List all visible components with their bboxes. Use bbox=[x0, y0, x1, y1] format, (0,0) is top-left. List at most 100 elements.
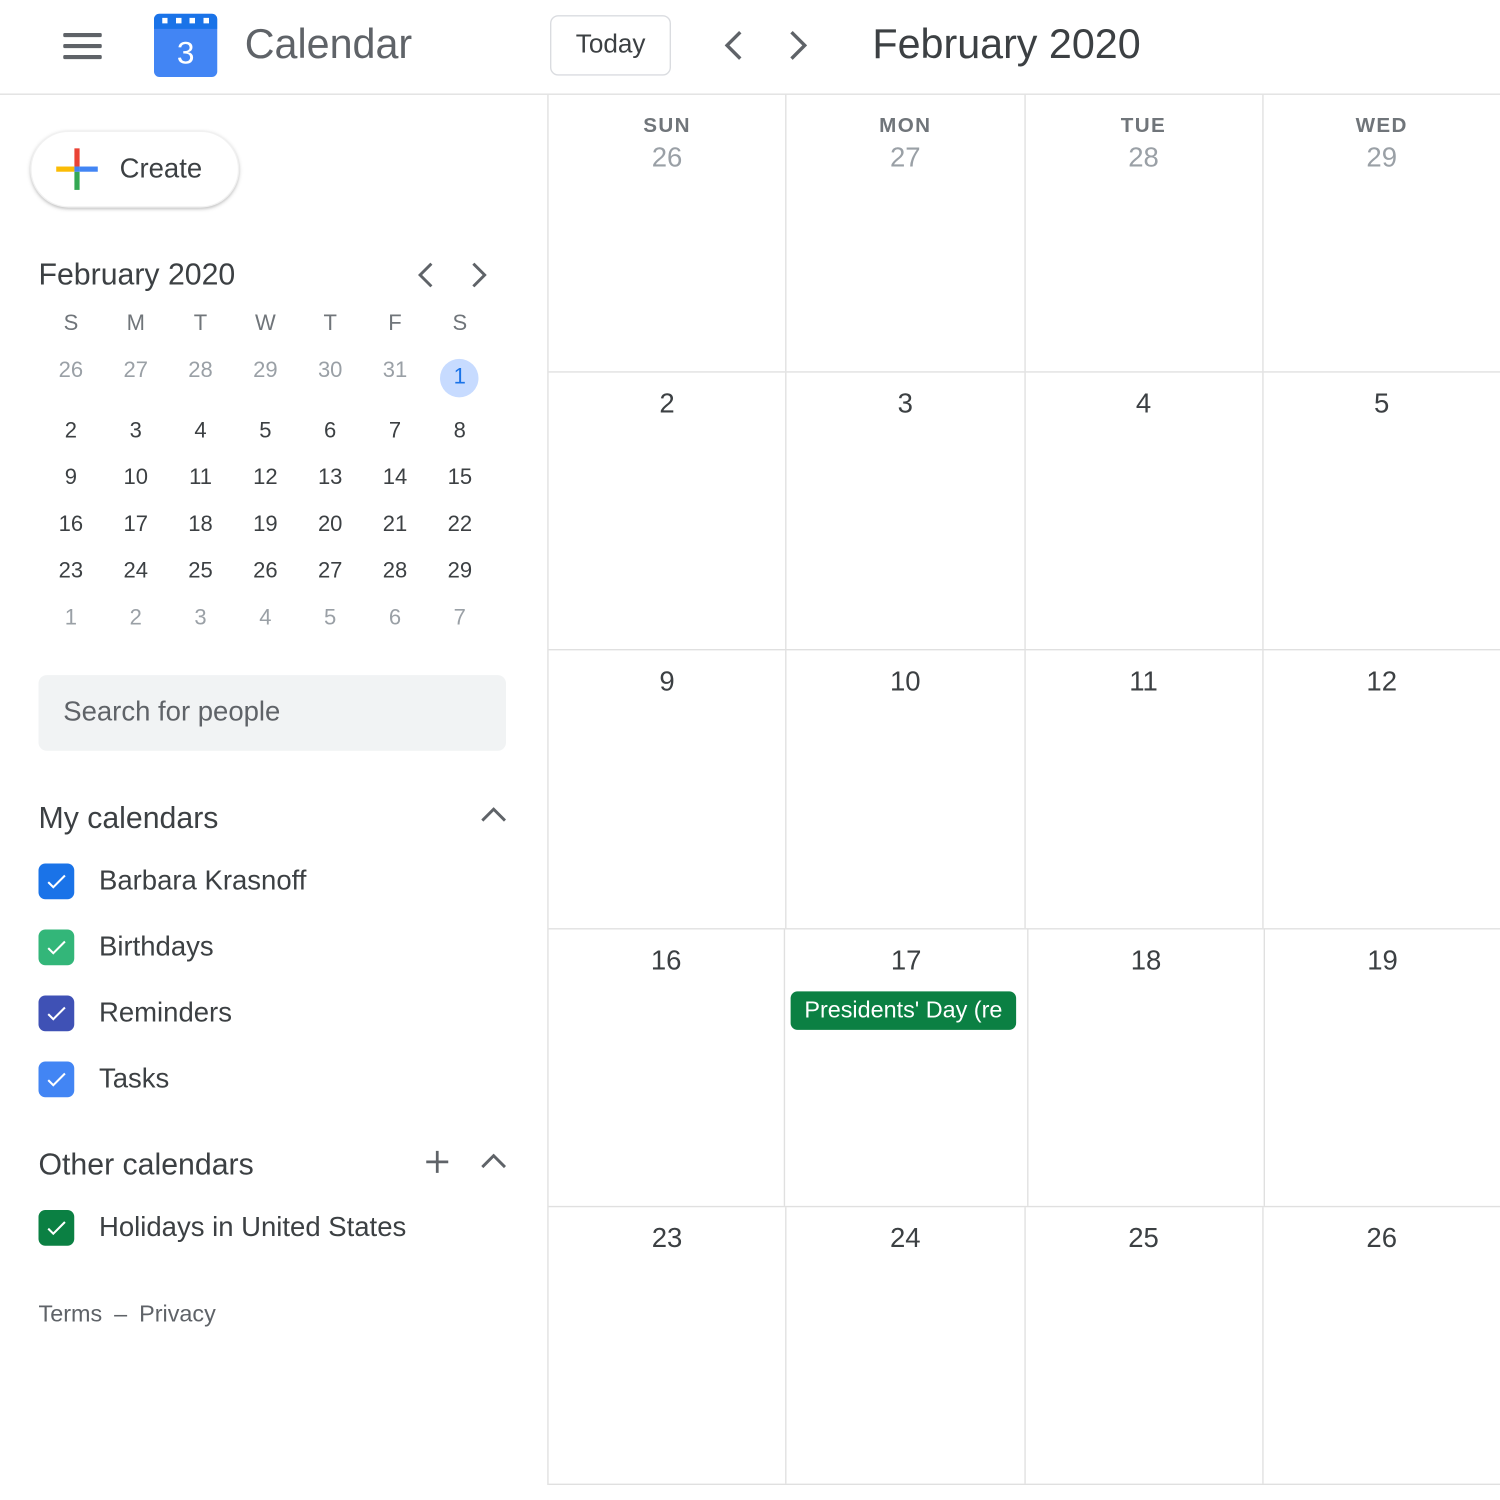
mini-day[interactable]: 31 bbox=[363, 359, 428, 398]
mini-day[interactable]: 30 bbox=[298, 359, 363, 398]
mini-day[interactable]: 26 bbox=[39, 359, 104, 398]
mini-day[interactable]: 19 bbox=[233, 513, 298, 538]
mini-day[interactable]: 8 bbox=[427, 419, 492, 444]
day-cell[interactable]: 25 bbox=[1025, 1207, 1263, 1484]
menu-icon[interactable] bbox=[63, 26, 102, 65]
day-cell[interactable]: 24 bbox=[787, 1207, 1025, 1484]
checkbox-icon[interactable] bbox=[39, 1210, 75, 1246]
day-number: 29 bbox=[1263, 143, 1500, 175]
privacy-link[interactable]: Privacy bbox=[139, 1301, 216, 1327]
day-number: 17 bbox=[785, 945, 1027, 977]
mini-day[interactable]: 24 bbox=[103, 560, 168, 585]
mini-day[interactable]: 15 bbox=[427, 466, 492, 491]
mini-day[interactable]: 23 bbox=[39, 560, 104, 585]
calendar-item[interactable]: Barbara Krasnoff bbox=[39, 864, 507, 900]
day-number: 16 bbox=[549, 945, 784, 977]
other-calendars-toggle[interactable]: Other calendars bbox=[39, 1147, 507, 1183]
search-people-input[interactable]: Search for people bbox=[39, 675, 507, 751]
mini-day[interactable]: 29 bbox=[427, 560, 492, 585]
day-cell[interactable]: TUE28 bbox=[1025, 95, 1263, 372]
mini-day[interactable]: 10 bbox=[103, 466, 168, 491]
mini-day[interactable]: 25 bbox=[168, 560, 233, 585]
day-cell[interactable]: 11 bbox=[1025, 651, 1263, 928]
day-cell[interactable]: 2 bbox=[549, 373, 787, 650]
next-month-button[interactable] bbox=[773, 21, 823, 71]
mini-day[interactable]: 2 bbox=[39, 419, 104, 444]
mini-day[interactable]: 6 bbox=[363, 606, 428, 631]
day-cell[interactable]: 23 bbox=[549, 1207, 787, 1484]
mini-day[interactable]: 3 bbox=[168, 606, 233, 631]
mini-day[interactable]: 9 bbox=[39, 466, 104, 491]
mini-day[interactable]: 27 bbox=[103, 359, 168, 398]
mini-day[interactable]: 7 bbox=[427, 606, 492, 631]
mini-dow: F bbox=[363, 312, 428, 337]
mini-day[interactable]: 28 bbox=[168, 359, 233, 398]
day-cell[interactable]: 16 bbox=[549, 929, 785, 1206]
mini-day[interactable]: 21 bbox=[363, 513, 428, 538]
my-calendars-toggle[interactable]: My calendars bbox=[39, 800, 507, 836]
checkbox-icon[interactable] bbox=[39, 996, 75, 1032]
today-button[interactable]: Today bbox=[550, 15, 672, 76]
calendar-item[interactable]: Tasks bbox=[39, 1062, 507, 1098]
mini-day[interactable]: 5 bbox=[233, 419, 298, 444]
week-row: 2345 bbox=[549, 373, 1500, 651]
mini-day[interactable]: 7 bbox=[363, 419, 428, 444]
mini-day[interactable]: 3 bbox=[103, 419, 168, 444]
add-calendar-button[interactable] bbox=[424, 1147, 452, 1181]
day-cell[interactable]: WED29 bbox=[1263, 95, 1500, 372]
mini-day[interactable]: 6 bbox=[298, 419, 363, 444]
day-cell[interactable]: SUN26 bbox=[549, 95, 787, 372]
mini-prev-button[interactable] bbox=[413, 261, 441, 289]
day-number: 4 bbox=[1025, 389, 1262, 421]
day-cell[interactable]: 10 bbox=[787, 651, 1025, 928]
mini-day[interactable]: 22 bbox=[427, 513, 492, 538]
mini-day[interactable]: 11 bbox=[168, 466, 233, 491]
day-number: 25 bbox=[1025, 1223, 1262, 1255]
mini-day[interactable]: 1 bbox=[441, 359, 480, 398]
mini-day[interactable]: 14 bbox=[363, 466, 428, 491]
mini-day[interactable]: 29 bbox=[233, 359, 298, 398]
day-cell[interactable]: 3 bbox=[787, 373, 1025, 650]
chevron-up-icon bbox=[481, 806, 506, 831]
mini-day[interactable]: 2 bbox=[103, 606, 168, 631]
day-cell[interactable]: 12 bbox=[1263, 651, 1500, 928]
mini-day[interactable]: 4 bbox=[168, 419, 233, 444]
create-button[interactable]: Create bbox=[30, 131, 239, 208]
mini-day[interactable]: 18 bbox=[168, 513, 233, 538]
mini-next-button[interactable] bbox=[465, 261, 493, 289]
day-cell[interactable]: MON27 bbox=[787, 95, 1025, 372]
day-cell[interactable]: 9 bbox=[549, 651, 787, 928]
day-number: 18 bbox=[1029, 945, 1264, 977]
prev-month-button[interactable] bbox=[710, 21, 760, 71]
mini-day[interactable]: 13 bbox=[298, 466, 363, 491]
calendar-item[interactable]: Reminders bbox=[39, 996, 507, 1032]
mini-day[interactable]: 28 bbox=[363, 560, 428, 585]
header: 3 Calendar Today February 2020 bbox=[0, 0, 1500, 95]
mini-day[interactable]: 5 bbox=[298, 606, 363, 631]
checkbox-icon[interactable] bbox=[39, 1062, 75, 1098]
day-cell[interactable]: 26 bbox=[1263, 1207, 1500, 1484]
day-cell[interactable]: 17 Presidents' Day (re bbox=[785, 929, 1028, 1206]
mini-day[interactable]: 26 bbox=[233, 560, 298, 585]
mini-dow: S bbox=[427, 312, 492, 337]
mini-day[interactable]: 27 bbox=[298, 560, 363, 585]
mini-day[interactable]: 17 bbox=[103, 513, 168, 538]
mini-day[interactable]: 16 bbox=[39, 513, 104, 538]
mini-day[interactable]: 4 bbox=[233, 606, 298, 631]
day-number: 24 bbox=[787, 1223, 1024, 1255]
calendar-item[interactable]: Holidays in United States bbox=[39, 1210, 507, 1246]
day-cell[interactable]: 19 bbox=[1265, 929, 1500, 1206]
terms-link[interactable]: Terms bbox=[39, 1301, 103, 1327]
week-row: 23242526 bbox=[549, 1207, 1500, 1485]
mini-day[interactable]: 12 bbox=[233, 466, 298, 491]
day-cell[interactable]: 18 bbox=[1029, 929, 1265, 1206]
calendar-item[interactable]: Birthdays bbox=[39, 930, 507, 966]
day-number: 26 bbox=[549, 143, 786, 175]
day-cell[interactable]: 4 bbox=[1025, 373, 1263, 650]
checkbox-icon[interactable] bbox=[39, 864, 75, 900]
mini-day[interactable]: 1 bbox=[39, 606, 104, 631]
mini-day[interactable]: 20 bbox=[298, 513, 363, 538]
day-cell[interactable]: 5 bbox=[1263, 373, 1500, 650]
event-chip[interactable]: Presidents' Day (re bbox=[791, 991, 1017, 1030]
checkbox-icon[interactable] bbox=[39, 930, 75, 966]
